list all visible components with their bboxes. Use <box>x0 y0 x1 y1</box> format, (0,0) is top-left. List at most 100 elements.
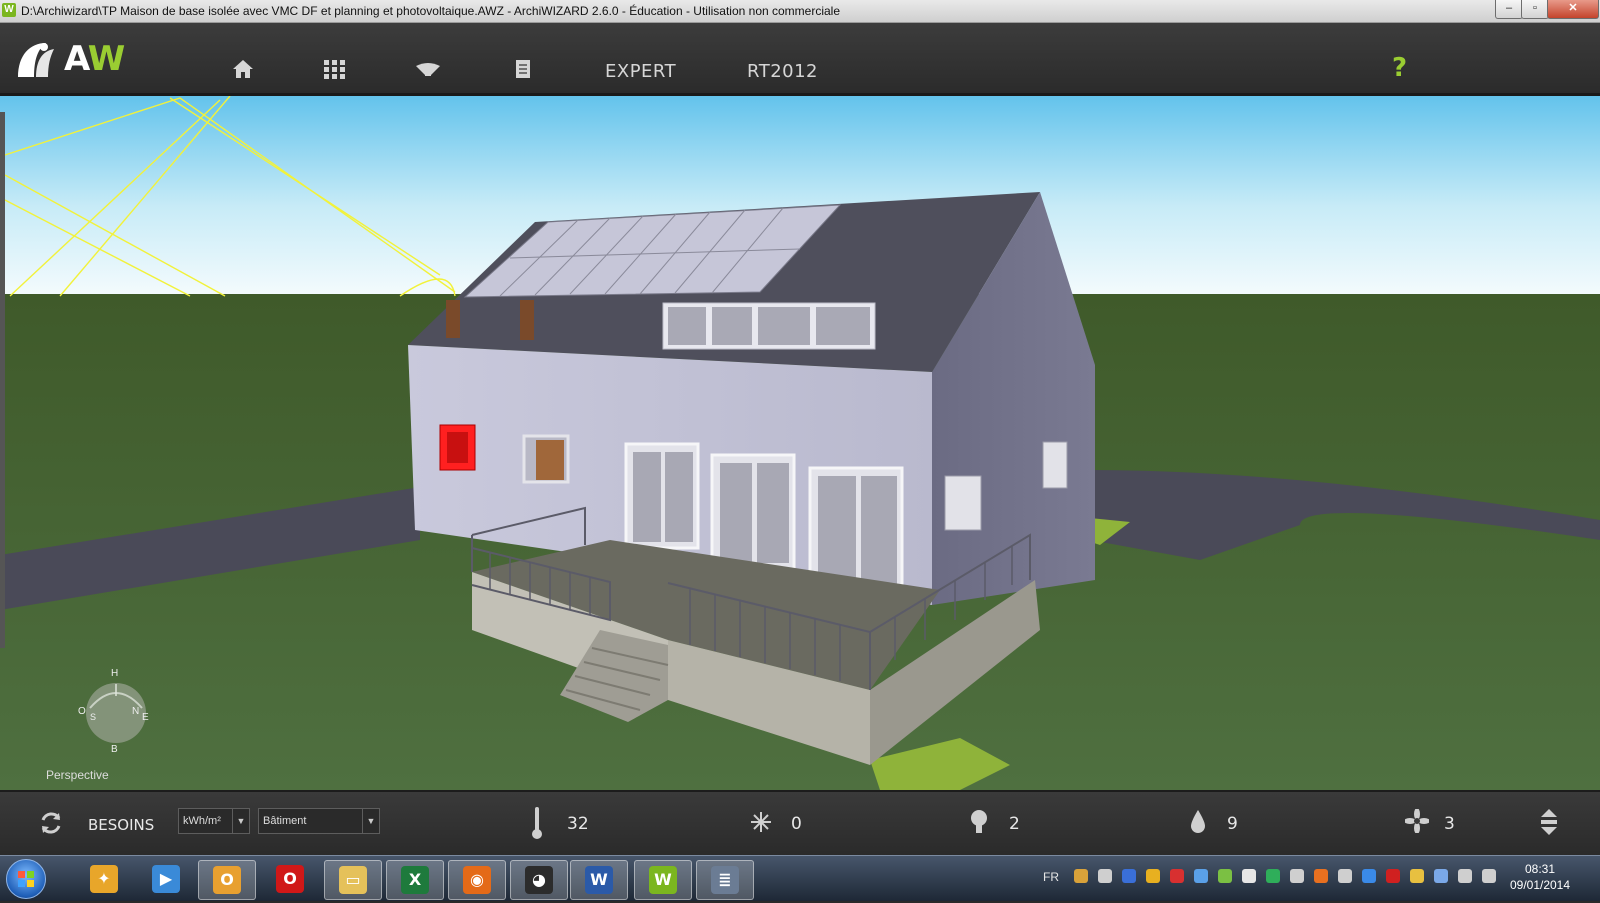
outlook-app-taskbar-button[interactable]: O <box>198 860 256 900</box>
tray-icon[interactable] <box>1290 869 1304 883</box>
roof-skylight-right <box>520 300 534 340</box>
start-button[interactable] <box>6 859 46 899</box>
notes-app-taskbar-button[interactable]: ≣ <box>696 860 754 900</box>
fan-icon <box>1405 809 1429 833</box>
window-wood-shutter <box>536 440 564 480</box>
notes-app-icon: ≣ <box>711 866 739 894</box>
tray-icon[interactable] <box>1338 869 1352 883</box>
unit-select[interactable]: kWh/m² ▼ <box>178 808 250 834</box>
roof-skylight-left <box>446 300 460 338</box>
maximize-button[interactable]: ▫ <box>1521 0 1549 19</box>
lightbulb-icon <box>971 810 987 833</box>
scope-select[interactable]: Bâtiment ▼ <box>258 808 380 834</box>
view-icon[interactable] <box>415 58 441 80</box>
media-player-app-icon: ▶ <box>152 865 180 893</box>
tray-icon[interactable] <box>1458 869 1472 883</box>
excel-app-icon: X <box>401 866 429 894</box>
clock-time: 08:31 <box>1524 862 1556 876</box>
3d-viewport[interactable]: Perspective <box>0 96 1600 790</box>
system-clock[interactable]: 08:31 09/01/2014 <box>1500 861 1580 893</box>
tray-icon[interactable] <box>1170 869 1184 883</box>
windows-logo-icon <box>18 871 34 887</box>
tray-icon[interactable] <box>1386 869 1400 883</box>
hot-water-value: 9 <box>1227 814 1238 834</box>
compass-e: E <box>142 712 149 723</box>
roof-window-panes <box>668 307 870 345</box>
lighting-value: 2 <box>1009 814 1020 834</box>
thermometer-icon <box>532 807 542 839</box>
window-title-bar: W D:\Archiwizard\TP Maison de base isolé… <box>0 0 1600 23</box>
orientation-compass[interactable]: H B O S N E <box>78 668 160 758</box>
logo-mark-icon <box>18 43 54 77</box>
minimize-button[interactable]: – <box>1495 0 1523 19</box>
archiwizard-app-icon: W <box>649 866 677 894</box>
scope-select-value: Bâtiment <box>263 815 307 827</box>
tray-icon[interactable] <box>1362 869 1376 883</box>
compass-b: B <box>111 744 118 755</box>
firefox-app-icon: ◉ <box>463 866 491 894</box>
document-icon[interactable] <box>511 58 537 80</box>
needs-status-bar: BESOINS kWh/m² ▼ Bâtiment ▼ 32 0 2 9 3 <box>0 790 1600 857</box>
user-app-icon: ◕ <box>525 866 553 894</box>
expand-icon[interactable] <box>1539 808 1559 836</box>
logo-text: AW <box>64 39 125 79</box>
scene-render <box>0 96 1600 790</box>
heating-value: 32 <box>567 814 589 834</box>
opera-app-taskbar-button[interactable]: O <box>262 860 318 898</box>
tray-icon[interactable] <box>1194 869 1208 883</box>
chevron-down-icon: ▼ <box>362 809 379 833</box>
paint-app-taskbar-button[interactable]: ✦ <box>76 860 132 898</box>
home-icon[interactable] <box>230 58 256 80</box>
tray-icon[interactable] <box>1218 869 1232 883</box>
refresh-icon[interactable] <box>38 810 64 836</box>
tray-icon[interactable] <box>1266 869 1280 883</box>
compass-n: N <box>132 706 140 717</box>
view-mode-label[interactable]: Perspective <box>46 768 109 782</box>
window-title: D:\Archiwizard\TP Maison de base isolée … <box>21 4 841 18</box>
viewport-scrollbar[interactable] <box>0 112 5 648</box>
drop-icon <box>1191 810 1205 833</box>
app-header: AW EXPERT RT2012 ? <box>0 23 1600 96</box>
paint-app-icon: ✦ <box>90 865 118 893</box>
media-player-app-taskbar-button[interactable]: ▶ <box>138 860 194 898</box>
explorer-app-taskbar-button[interactable]: ▭ <box>324 860 382 900</box>
outlook-app-icon: O <box>213 866 241 894</box>
tray-icon[interactable] <box>1314 869 1328 883</box>
compass-s: S <box>90 712 97 722</box>
os-taskbar: ✦ ▶ O O ▭ X ◉ ◕ W W ≣ FR 08:31 09/01/2014 <box>0 855 1600 901</box>
close-button[interactable]: ✕ <box>1547 0 1599 19</box>
cooling-value: 0 <box>791 814 802 834</box>
app-icon: W <box>2 3 16 17</box>
firefox-app-taskbar-button[interactable]: ◉ <box>448 860 506 900</box>
excel-app-taskbar-button[interactable]: X <box>386 860 444 900</box>
tray-icon[interactable] <box>1434 869 1448 883</box>
word-app-taskbar-button[interactable]: W <box>570 860 628 900</box>
grid-icon[interactable] <box>321 58 347 80</box>
side-window-2 <box>1042 441 1068 489</box>
tray-icon[interactable] <box>1098 869 1112 883</box>
tray-icon[interactable] <box>1410 869 1424 883</box>
help-button[interactable]: ? <box>1392 53 1407 83</box>
explorer-app-icon: ▭ <box>339 866 367 894</box>
compass-o: O <box>78 706 86 717</box>
word-app-icon: W <box>585 866 613 894</box>
side-window-1 <box>944 475 982 531</box>
ventilation-value: 3 <box>1444 814 1455 834</box>
tray-icon[interactable] <box>1122 869 1136 883</box>
opera-app-icon: O <box>276 865 304 893</box>
tray-icon[interactable] <box>1074 869 1088 883</box>
language-indicator[interactable]: FR <box>1043 870 1059 884</box>
logo[interactable]: AW <box>16 35 136 81</box>
window-selected-pane <box>447 432 468 463</box>
tab-expert[interactable]: EXPERT <box>605 61 676 82</box>
tray-icon[interactable] <box>1482 869 1496 883</box>
chevron-down-icon: ▼ <box>232 809 249 833</box>
tab-rt2012[interactable]: RT2012 <box>747 61 818 82</box>
needs-label: BESOINS <box>88 816 155 834</box>
archiwizard-app-taskbar-button[interactable]: W <box>634 860 692 900</box>
tray-icon[interactable] <box>1146 869 1160 883</box>
tray-icon[interactable] <box>1242 869 1256 883</box>
logo-letter-a: A <box>64 39 89 79</box>
clock-date: 09/01/2014 <box>1509 878 1571 892</box>
user-app-taskbar-button[interactable]: ◕ <box>510 860 568 900</box>
